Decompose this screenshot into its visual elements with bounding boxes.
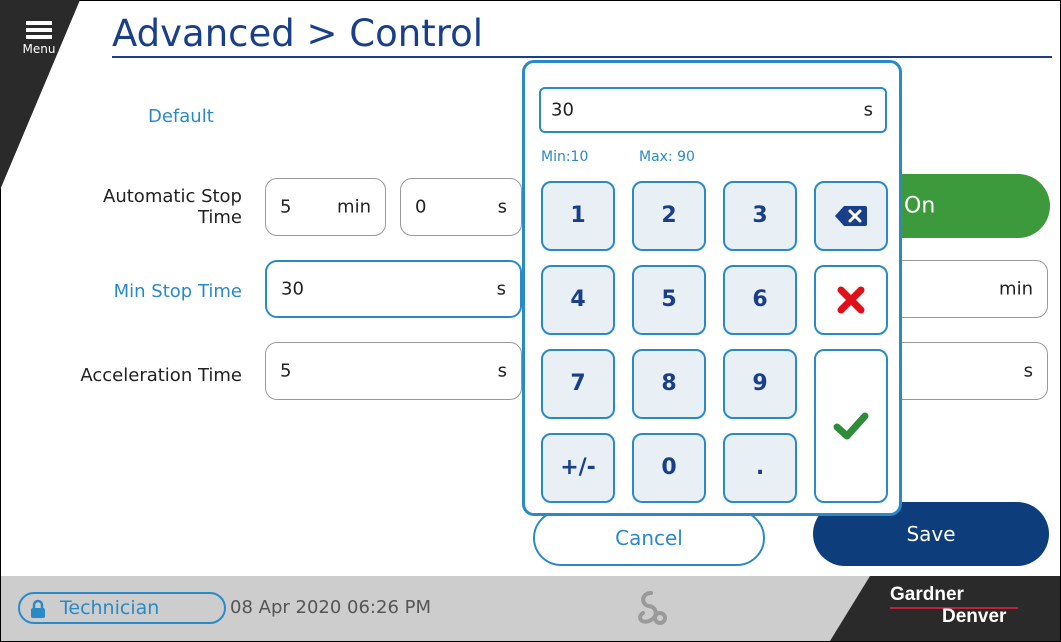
brand-line1: Gardner <box>890 584 964 605</box>
key-8[interactable]: 8 <box>632 349 706 419</box>
right-min-unit: min <box>999 278 1033 300</box>
auto-stop-s-unit: s <box>497 196 507 218</box>
acceleration-time-unit: s <box>497 360 507 382</box>
auto-stop-min-unit: min <box>337 196 371 218</box>
min-stop-time-value: 30 <box>281 278 304 300</box>
min-stop-time-unit: s <box>496 278 506 300</box>
brand-logo: Gardner Denver <box>830 576 1060 641</box>
page-title: Advanced > Control <box>112 12 484 55</box>
key-4[interactable]: 4 <box>541 265 615 335</box>
default-link[interactable]: Default <box>148 106 214 127</box>
auto-stop-s-field[interactable]: 0 s <box>400 178 522 236</box>
hamburger-icon <box>26 21 52 25</box>
green-check-icon <box>833 412 869 440</box>
backspace-icon <box>835 206 867 226</box>
acceleration-time-field[interactable]: 5 s <box>265 342 522 400</box>
keypad-unit: s <box>863 99 873 121</box>
keypad-min-label: Min:10 <box>541 149 589 165</box>
red-x-icon <box>837 286 865 314</box>
automatic-stop-time-label-line2: Time <box>197 207 242 228</box>
key-1[interactable]: 1 <box>541 181 615 251</box>
title-underline <box>112 56 1052 58</box>
cancel-button[interactable]: Cancel <box>533 510 765 566</box>
date-time: 08 Apr 2020 06:26 PM <box>230 597 431 618</box>
min-stop-time-field[interactable]: 30 s <box>265 260 522 318</box>
confirm-key[interactable] <box>814 349 888 503</box>
menu-label: Menu <box>22 42 56 56</box>
key-2[interactable]: 2 <box>632 181 706 251</box>
clear-key[interactable] <box>814 265 888 335</box>
keypad-value: 30 <box>551 99 574 121</box>
toggle-label: On <box>904 193 936 219</box>
keypad-input[interactable]: 30 s <box>539 87 887 133</box>
key-5[interactable]: 5 <box>632 265 706 335</box>
acceleration-time-value: 5 <box>280 360 292 382</box>
menu-button[interactable]: Menu <box>14 18 64 56</box>
key-6[interactable]: 6 <box>723 265 797 335</box>
min-stop-time-label: Min Stop Time <box>113 281 242 302</box>
auto-stop-min-field[interactable]: 5 min <box>265 178 386 236</box>
backspace-key[interactable] <box>814 181 888 251</box>
automatic-stop-time-label-line1: Automatic Stop <box>103 186 242 207</box>
lock-icon <box>31 599 45 618</box>
auto-stop-s-value: 0 <box>415 196 427 218</box>
product-logo-icon <box>638 591 667 625</box>
user-role-badge[interactable]: Technician <box>18 592 226 624</box>
on-off-toggle[interactable]: On <box>880 174 1050 238</box>
key-7[interactable]: 7 <box>541 349 615 419</box>
key-decimal[interactable]: . <box>723 433 797 503</box>
auto-stop-min-value: 5 <box>280 196 292 218</box>
brand-line2: Denver <box>942 606 1007 627</box>
hamburger-bar <box>26 28 52 32</box>
key-9[interactable]: 9 <box>723 349 797 419</box>
hamburger-bar <box>26 35 52 39</box>
user-role-label: Technician <box>60 597 160 619</box>
right-s-unit: s <box>1023 360 1033 382</box>
acceleration-time-label: Acceleration Time <box>80 365 242 386</box>
numeric-keypad: 30 s Min:10 Max: 90 1 2 3 4 5 6 7 8 9 +/… <box>522 60 902 516</box>
automatic-stop-time-label: Automatic Stop Time <box>60 186 242 228</box>
key-0[interactable]: 0 <box>632 433 706 503</box>
key-plus-minus[interactable]: +/- <box>541 433 615 503</box>
keypad-max-label: Max: 90 <box>639 149 695 165</box>
key-3[interactable]: 3 <box>723 181 797 251</box>
